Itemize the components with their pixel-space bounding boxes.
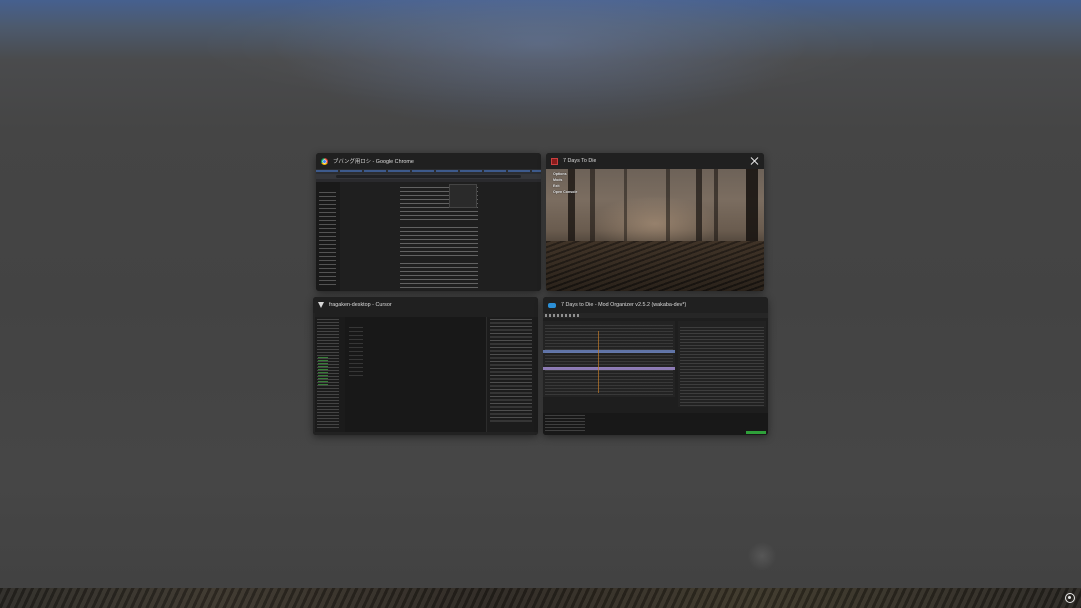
status-bar — [313, 432, 538, 435]
window-thumbnail-mod-organizer — [543, 313, 768, 435]
window-thumbnail-chrome — [316, 169, 541, 291]
game-main-menu: Options Mods Exit Open Console — [553, 172, 577, 194]
game-menu-item-exit: Exit — [553, 184, 560, 188]
taskbar — [0, 588, 1081, 608]
chrome-sidebar — [316, 182, 340, 291]
mod-list-selected-row — [543, 350, 675, 353]
log-pane — [543, 413, 768, 435]
task-view-screen: ブバング用ロシ - Google Chrome 7 Days To Die Op… — [0, 0, 1081, 608]
game-menu-item-console: Open Console — [553, 190, 578, 194]
card-title-7-days-to-die: 7 Days To Die — [563, 158, 597, 164]
chrome-icon — [321, 157, 328, 165]
card-titlebar: 7 Days To Die — [546, 153, 764, 169]
plugin-list-pane — [678, 321, 766, 407]
card-title-mod-organizer: 7 Days to Die - Mod Organizer v2.5.2 (wa… — [561, 302, 687, 308]
cursor-app-icon — [318, 302, 324, 308]
code-editor — [345, 317, 486, 432]
window-card-7-days-to-die[interactable]: 7 Days To Die Options Mods Exit Open Con… — [546, 153, 764, 291]
run-button — [746, 431, 766, 434]
chrome-popup-box — [449, 184, 477, 208]
card-titlebar: fragaken-desktop - Cursor — [313, 297, 538, 313]
mo-toolbar — [543, 313, 768, 318]
window-card-chrome[interactable]: ブバング用ロシ - Google Chrome — [316, 153, 541, 291]
window-card-cursor[interactable]: fragaken-desktop - Cursor — [313, 297, 538, 435]
mod-list-highlight-row — [543, 367, 675, 370]
card-titlebar: ブバング用ロシ - Google Chrome — [316, 153, 541, 169]
ai-chat-panel — [486, 317, 538, 432]
game-menu-item-mods: Mods — [553, 178, 563, 182]
mod-organizer-icon — [548, 302, 556, 308]
mod-list-separator — [598, 331, 599, 393]
card-title-chrome: ブバング用ロシ - Google Chrome — [333, 159, 414, 165]
card-title-cursor: fragaken-desktop - Cursor — [329, 302, 392, 308]
close-icon[interactable] — [749, 156, 759, 166]
notification-center-icon[interactable] — [1065, 593, 1075, 603]
chrome-bookmarks-bar — [316, 179, 541, 182]
game-menu-item-options: Options — [553, 172, 567, 176]
blurred-desktop-backdrop — [0, 0, 1081, 608]
window-thumbnail-cursor — [313, 313, 538, 435]
git-changes-markers — [318, 357, 328, 385]
card-titlebar: 7 Days to Die - Mod Organizer v2.5.2 (wa… — [543, 297, 768, 313]
game-icon — [551, 157, 558, 165]
mod-list-pane — [543, 321, 675, 397]
forest-ground — [546, 241, 764, 291]
window-thumbnail-7-days-to-die: Options Mods Exit Open Console — [546, 169, 764, 291]
window-card-mod-organizer[interactable]: 7 Days to Die - Mod Organizer v2.5.2 (wa… — [543, 297, 768, 435]
